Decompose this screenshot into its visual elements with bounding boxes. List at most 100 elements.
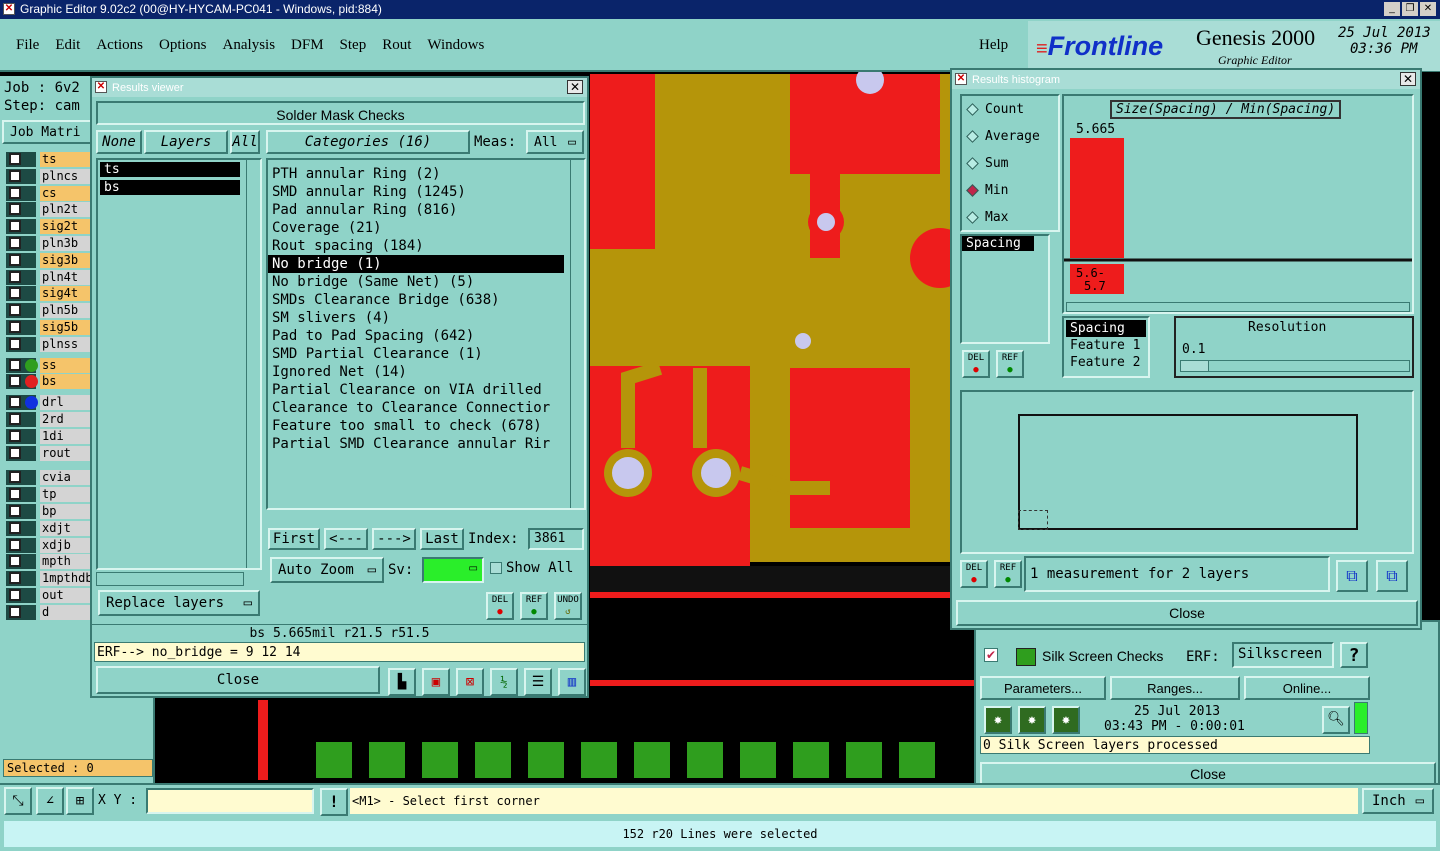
scrollbar-vertical[interactable] <box>570 160 584 508</box>
menu-help[interactable]: Help <box>979 37 1008 54</box>
mode-option[interactable]: Max <box>962 204 1058 231</box>
layer-row[interactable]: mpth <box>6 554 90 570</box>
categories-button[interactable]: Categories (16) <box>266 130 470 154</box>
category-item[interactable]: Pad annular Ring (816) <box>268 201 564 219</box>
menu-edit[interactable]: Edit <box>55 37 80 54</box>
parameters-button[interactable]: Parameters... <box>980 676 1106 700</box>
layer-checkbox[interactable] <box>9 538 21 551</box>
layer-checkbox[interactable] <box>9 253 21 266</box>
layer-checkbox[interactable] <box>9 220 21 233</box>
layer-checkbox[interactable] <box>9 358 21 371</box>
online-button[interactable]: Online... <box>1244 676 1370 700</box>
layer-row[interactable]: plncs <box>6 168 90 184</box>
status-del-button[interactable]: DEL ● <box>960 560 988 588</box>
layer-checkbox[interactable] <box>9 337 21 350</box>
mode-option[interactable]: Min <box>962 177 1058 204</box>
index-field[interactable]: 3861 <box>528 528 584 550</box>
layer-row[interactable]: pln5b <box>6 303 90 319</box>
layer-checkbox[interactable] <box>9 186 21 199</box>
mode-option[interactable]: Count <box>962 96 1058 123</box>
category-item[interactable]: SMD Partial Clearance (1) <box>268 345 564 363</box>
layer-row[interactable]: cvia <box>6 470 90 486</box>
layer-checkbox[interactable] <box>9 413 21 425</box>
layer-row[interactable]: 1di <box>6 428 90 444</box>
layer-checkbox[interactable] <box>9 375 21 388</box>
layer-checkbox[interactable] <box>9 429 21 442</box>
category-item[interactable]: No bridge (Same Net) (5) <box>268 273 564 291</box>
layer-checkbox[interactable] <box>9 555 21 568</box>
layer-checkbox[interactable] <box>9 396 21 409</box>
units-select[interactable]: Inch ▭ <box>1362 788 1434 814</box>
select-tool-icon[interactable]: ⤡ <box>4 787 32 815</box>
layer-checkbox[interactable] <box>9 237 21 249</box>
maximize-button[interactable]: ❐ <box>1402 2 1418 16</box>
undo-button[interactable]: UNDO ↺ <box>554 592 582 620</box>
scrollbar-vertical[interactable] <box>246 160 260 568</box>
category-item[interactable]: Partial SMD Clearance annular Rir <box>268 435 564 453</box>
layer-checkbox[interactable] <box>9 321 21 333</box>
layers-button[interactable]: Layers <box>144 130 228 154</box>
close-window-button[interactable]: ✕ <box>1420 2 1436 16</box>
measure-list[interactable]: Spacing <box>960 234 1050 344</box>
layer-row[interactable]: sig3b <box>6 252 90 268</box>
layer-checkbox[interactable] <box>9 521 21 534</box>
list-item[interactable]: bs <box>100 180 240 195</box>
category-item[interactable]: SMDs Clearance Bridge (638) <box>268 291 564 309</box>
del-button[interactable]: DEL ● <box>486 592 514 620</box>
layer-checkbox[interactable] <box>9 572 21 585</box>
all-button[interactable]: All <box>230 130 260 154</box>
layer-checkbox[interactable] <box>9 505 21 517</box>
layer-row[interactable]: bp <box>6 504 90 519</box>
menu-analysis[interactable]: Analysis <box>223 37 276 54</box>
layer-row[interactable]: sig4t <box>6 286 90 302</box>
layer-row[interactable]: cs <box>6 185 90 201</box>
layer-row[interactable]: xdjt <box>6 520 90 536</box>
last-button[interactable]: Last <box>420 528 464 550</box>
zoom-icon[interactable]: 🔍︎ <box>1322 706 1350 734</box>
category-item[interactable]: SM slivers (4) <box>268 309 564 327</box>
category-item[interactable]: Pad to Pad Spacing (642) <box>268 327 564 345</box>
bar-icon[interactable]: ▙ <box>388 668 416 696</box>
next-button[interactable]: ---> <box>372 528 416 550</box>
categories-list[interactable]: PTH annular Ring (2) SMD annular Ring (12… <box>266 158 586 510</box>
layer-checkbox[interactable] <box>9 605 21 618</box>
silk-erf-field[interactable]: Silkscreen <box>1232 642 1334 668</box>
layer-row[interactable]: tp <box>6 487 90 503</box>
sequence-icon[interactable]: ½ <box>490 668 518 696</box>
results-viewer-close-icon[interactable]: ✕ <box>567 80 583 94</box>
grid-tool-icon[interactable]: ⊞ <box>66 787 94 815</box>
silk-help-button[interactable]: ? <box>1340 642 1368 668</box>
menu-actions[interactable]: Actions <box>96 37 143 54</box>
layer-row[interactable]: 1mpthdb <box>6 571 93 587</box>
layer-row[interactable]: sig2t <box>6 219 90 235</box>
category-item[interactable]: Feature too small to check (678) <box>268 417 564 435</box>
layer-results-list[interactable]: ts bs <box>96 158 262 570</box>
list-item[interactable]: Spacing <box>962 236 1034 251</box>
alert-icon[interactable]: ! <box>320 788 348 816</box>
fields-list[interactable]: Spacing Feature 1 Feature 2 <box>1062 316 1150 378</box>
layer-checkbox[interactable] <box>9 153 21 165</box>
layer-checkbox[interactable] <box>9 446 21 459</box>
category-item[interactable]: Rout spacing (184) <box>268 237 564 255</box>
layer-row[interactable]: pln4t <box>6 269 90 285</box>
auto-zoom-select[interactable]: Auto Zoom ▭ <box>270 557 384 583</box>
category-item[interactable]: Clearance to Clearance Connectior <box>268 399 564 417</box>
menu-step[interactable]: Step <box>340 37 367 54</box>
run-all-icon[interactable]: ✸ <box>1018 706 1046 734</box>
chart-scrollbar[interactable] <box>1066 302 1410 312</box>
results-close-button[interactable]: Close <box>96 666 380 694</box>
layout-icon[interactable]: ⧉ <box>1336 560 1368 592</box>
layer-checkbox[interactable] <box>9 589 21 601</box>
menu-file[interactable]: File <box>16 37 39 54</box>
category-item[interactable]: Partial Clearance on VIA drilled <box>268 381 564 399</box>
prev-button[interactable]: <--- <box>324 528 368 550</box>
status-ref-button[interactable]: REF ● <box>994 560 1022 588</box>
layer-row[interactable]: ts <box>6 152 90 167</box>
mode-option[interactable]: Average <box>962 123 1058 150</box>
layer-row[interactable]: 2rd <box>6 412 90 427</box>
layer-checkbox[interactable] <box>9 270 21 283</box>
first-button[interactable]: First <box>268 528 320 550</box>
meas-select[interactable]: All ▭ <box>526 130 584 154</box>
category-item[interactable]: No bridge (1) <box>268 255 564 273</box>
layer-row[interactable]: xdjb <box>6 537 90 553</box>
